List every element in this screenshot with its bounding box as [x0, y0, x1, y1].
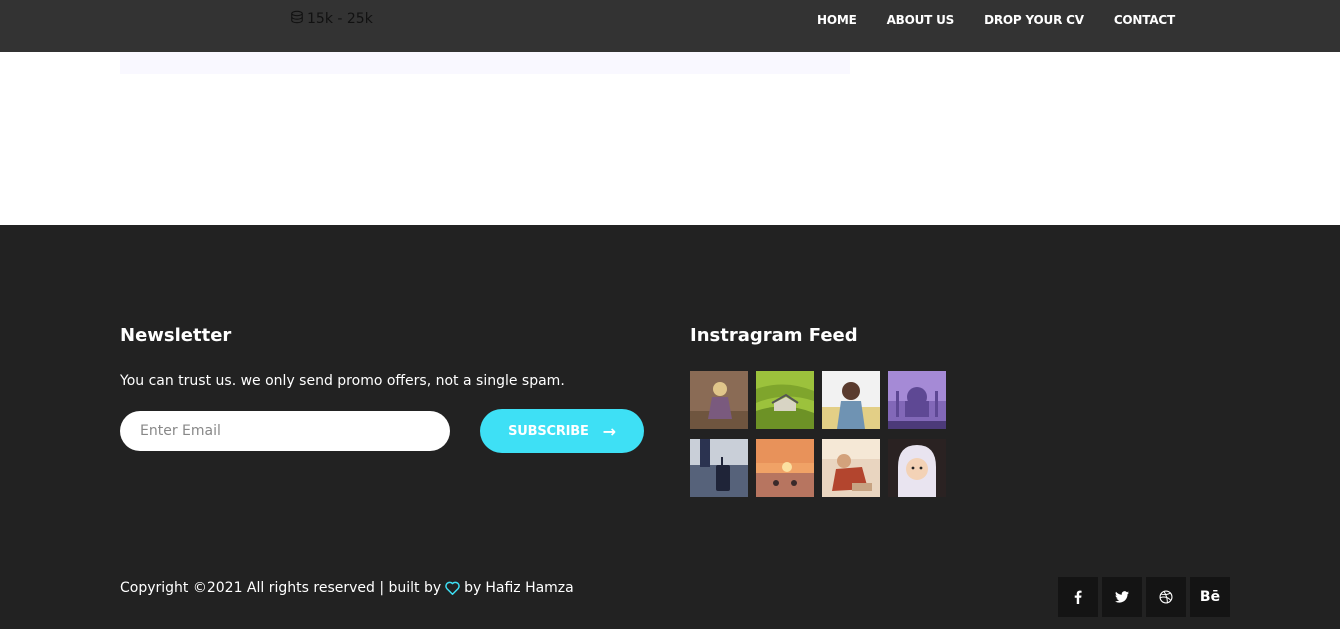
nav-contact[interactable]: CONTACT	[1114, 13, 1175, 27]
instagram-title: Instragram Feed	[690, 325, 858, 346]
twitter-icon[interactable]	[1102, 577, 1142, 617]
instagram-photo-child-hood[interactable]	[888, 439, 946, 497]
heart-icon	[445, 581, 460, 595]
social-links: Bē	[1058, 577, 1230, 617]
instagram-grid	[690, 371, 946, 497]
main-nav: HOME ABOUT US DROP YOUR CV CONTACT	[817, 13, 1175, 27]
author-link[interactable]: Hafiz Hamza	[485, 580, 573, 596]
instagram-photo-rice-terraces[interactable]	[756, 371, 814, 429]
instagram-photo-sunset-beach[interactable]	[756, 439, 814, 497]
by-text: by	[464, 580, 482, 596]
footer: Newsletter You can trust us. we only sen…	[0, 225, 1340, 629]
newsletter-title: Newsletter	[120, 325, 232, 346]
subscribe-label: SUBSCRIBE	[508, 423, 589, 439]
subscribe-button[interactable]: SUBSCRIBE →	[480, 409, 644, 453]
salary-text: 15k - 25k	[307, 11, 373, 27]
newsletter-text: You can trust us. we only send promo off…	[120, 373, 565, 389]
nav-about-us[interactable]: ABOUT US	[887, 13, 955, 27]
instagram-photo-child-walking[interactable]	[690, 371, 748, 429]
top-navbar: 15k - 25k HOME ABOUT US DROP YOUR CV CON…	[0, 0, 1340, 52]
instagram-photo-woman-sitting[interactable]	[822, 439, 880, 497]
arrow-right-icon: →	[602, 421, 616, 441]
facebook-icon[interactable]	[1058, 577, 1098, 617]
copyright-text: Copyright ©2021 All rights reserved | bu…	[120, 580, 442, 596]
instagram-photo-traveler-suitcase[interactable]	[690, 439, 748, 497]
instagram-photo-taj-mahal[interactable]	[888, 371, 946, 429]
nav-drop-your-cv[interactable]: DROP YOUR CV	[984, 13, 1084, 27]
dribbble-icon[interactable]	[1146, 577, 1186, 617]
nav-home[interactable]: HOME	[817, 13, 857, 27]
salary-range: 15k - 25k	[290, 10, 373, 28]
copyright: Copyright ©2021 All rights reserved | bu…	[120, 580, 574, 596]
money-icon	[290, 10, 304, 28]
job-card-bottom	[120, 52, 850, 74]
behance-icon[interactable]: Bē	[1190, 577, 1230, 617]
instagram-photo-girl-back[interactable]	[822, 371, 880, 429]
email-input[interactable]	[120, 411, 450, 451]
